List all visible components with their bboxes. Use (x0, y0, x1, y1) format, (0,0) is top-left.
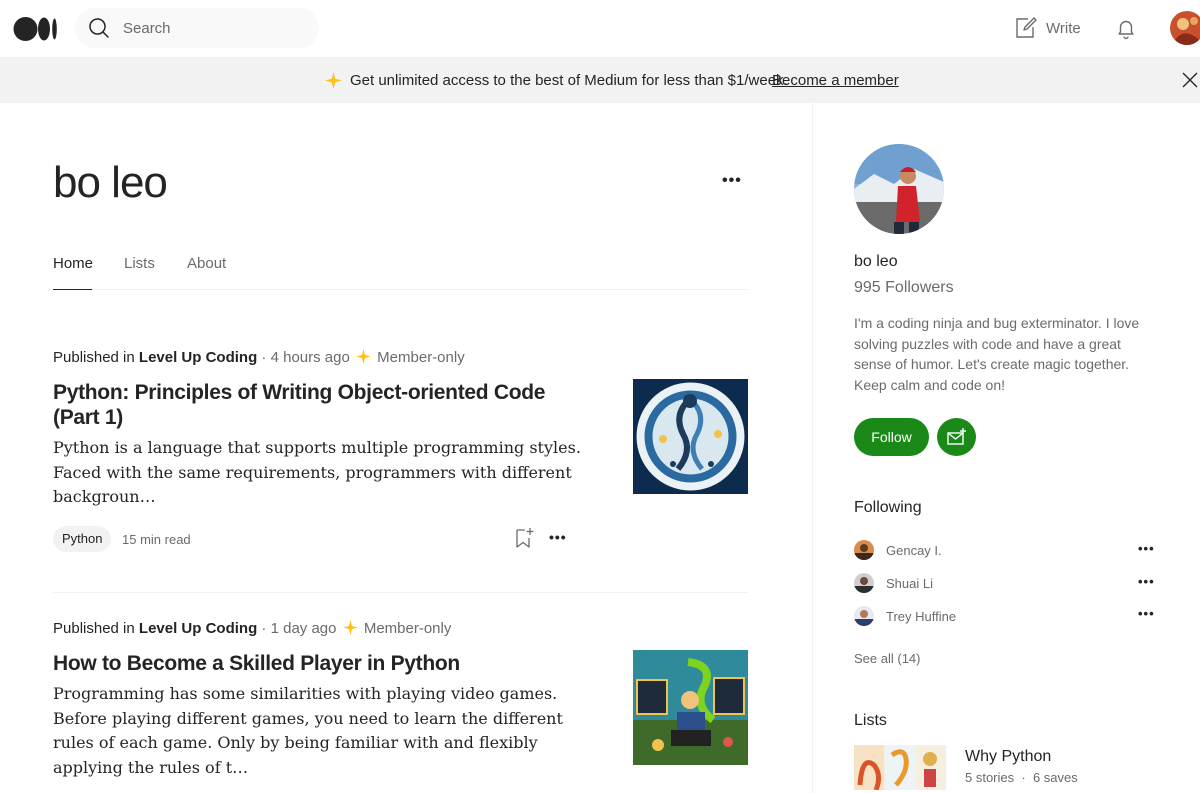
following-item-name[interactable]: Trey Huffine (886, 609, 956, 624)
become-member-link[interactable]: Become a member (772, 72, 899, 89)
article-more-icon[interactable]: ••• (549, 529, 567, 545)
article-time: 4 hours ago (270, 349, 350, 366)
member-only-label: Member-only (363, 620, 452, 637)
close-icon[interactable] (1182, 72, 1198, 93)
article-thumbnail[interactable] (633, 650, 748, 765)
article-title[interactable]: How to Become a Skilled Player in Python (53, 651, 553, 676)
tag-pill[interactable]: Python (53, 526, 112, 552)
followers-count[interactable]: 995 Followers (854, 279, 954, 297)
member-star-icon (356, 349, 371, 368)
more-options-icon[interactable]: ••• (722, 172, 742, 190)
following-more-icon[interactable]: ••• (1138, 606, 1155, 621)
sparkle-icon (325, 72, 342, 94)
notifications-bell-icon[interactable] (1114, 17, 1138, 46)
tab-about[interactable]: About (187, 255, 226, 272)
column-divider (812, 103, 813, 793)
article-title[interactable]: Python: Principles of Writing Object-ori… (53, 380, 553, 430)
list-title[interactable]: Why Python (965, 748, 1051, 766)
article-time: 1 day ago (270, 620, 337, 637)
tab-lists[interactable]: Lists (124, 255, 155, 272)
see-all-following-link[interactable]: See all (14) (854, 651, 920, 666)
sidebar-profile-name[interactable]: bo leo (854, 253, 898, 271)
profile-avatar[interactable] (854, 144, 944, 234)
following-more-icon[interactable]: ••• (1138, 574, 1155, 589)
active-tab-indicator (53, 289, 92, 290)
write-button[interactable]: Write (1046, 20, 1081, 37)
member-star-icon (342, 620, 358, 639)
avatar[interactable] (854, 573, 874, 593)
write-icon[interactable] (1015, 17, 1037, 44)
publication-link[interactable]: Level Up Coding (139, 349, 257, 366)
email-subscribe-icon (947, 428, 967, 451)
article-meta: Published in Level Up Coding · 4 hours a… (53, 349, 465, 368)
search-icon (88, 17, 110, 44)
article-excerpt[interactable]: Programming has some similarities with p… (53, 682, 583, 780)
avatar[interactable] (854, 540, 874, 560)
avatar[interactable] (854, 606, 874, 626)
article-thumbnail[interactable] (633, 379, 748, 494)
article-meta: Published in Level Up Coding · 1 day ago… (53, 620, 452, 639)
subscribe-email-button[interactable] (937, 418, 976, 456)
profile-bio: I'm a coding ninja and bug exterminator.… (854, 315, 1140, 393)
read-time: 15 min read (122, 532, 191, 547)
search-box[interactable]: Search (75, 8, 319, 48)
article-divider (53, 592, 748, 593)
search-input[interactable]: Search (123, 20, 171, 37)
list-stories-count: 5 stories (965, 770, 1015, 785)
following-item-name[interactable]: Shuai Li (886, 576, 933, 591)
following-item-name[interactable]: Gencay I. (886, 543, 942, 558)
page-title: bo leo (53, 158, 168, 207)
publication-link[interactable]: Level Up Coding (139, 620, 257, 637)
top-navigation-bar: Search Write (0, 0, 1200, 58)
tabs-divider (53, 289, 748, 290)
bookmark-add-icon[interactable] (513, 527, 535, 554)
member-only-label: Member-only (377, 349, 465, 366)
list-cover-image[interactable] (854, 745, 946, 790)
list-meta: 5 stories · 6 saves (965, 770, 1078, 785)
user-avatar[interactable] (1170, 11, 1200, 45)
following-heading: Following (854, 499, 922, 516)
tab-home[interactable]: Home (53, 255, 93, 272)
article-excerpt[interactable]: Python is a language that supports multi… (53, 436, 583, 510)
lists-heading: Lists (854, 712, 887, 729)
following-more-icon[interactable]: ••• (1138, 541, 1155, 556)
banner-text: Get unlimited access to the best of Medi… (350, 72, 788, 89)
follow-button[interactable]: Follow (854, 418, 929, 456)
medium-logo[interactable] (13, 16, 59, 47)
membership-banner: Get unlimited access to the best of Medi… (0, 57, 1200, 103)
list-saves-count: 6 saves (1032, 770, 1078, 785)
